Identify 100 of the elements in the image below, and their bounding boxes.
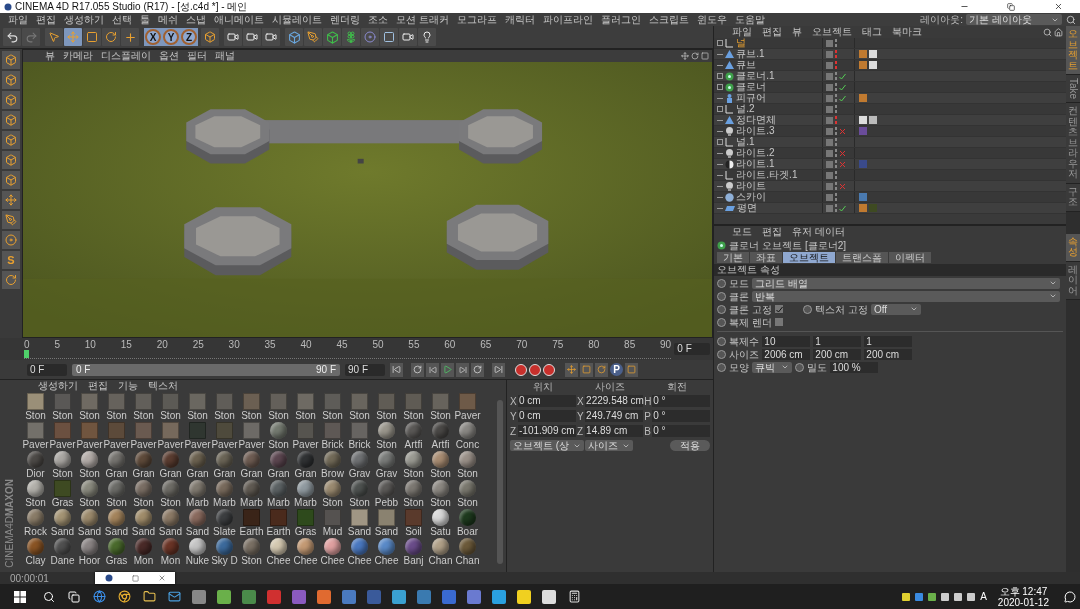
side-tab[interactable]: 오브젝트 bbox=[1066, 26, 1080, 75]
object-name[interactable]: 널.2 bbox=[736, 104, 755, 114]
menu-item[interactable]: 편집 bbox=[32, 13, 60, 26]
object-name[interactable]: 라이트.3 bbox=[736, 126, 775, 136]
dropdown[interactable]: 사이즈 bbox=[585, 440, 634, 451]
number-field[interactable]: 10 bbox=[762, 335, 811, 347]
side-tab[interactable]: 구조 bbox=[1066, 183, 1080, 212]
object-name[interactable]: 정다면체 bbox=[736, 115, 777, 125]
menu-item[interactable]: 생성하기 bbox=[60, 13, 108, 26]
object-name[interactable]: 클로너 bbox=[736, 82, 767, 92]
menu-item[interactable]: 파이프라인 bbox=[538, 13, 597, 26]
axis-button[interactable]: Z bbox=[181, 29, 197, 45]
menu-item[interactable]: 도움말 bbox=[730, 13, 769, 26]
menu-item[interactable]: 뷰 bbox=[788, 26, 807, 38]
axis-button[interactable]: Y bbox=[163, 29, 179, 45]
number-field[interactable]: 1 bbox=[813, 335, 862, 347]
object-name[interactable]: 널.1 bbox=[736, 137, 755, 147]
side-tab[interactable]: 레이어 bbox=[1066, 261, 1080, 301]
size-field[interactable]: 2229.548 cm bbox=[585, 395, 644, 407]
start-frame-field[interactable]: 0 F bbox=[27, 363, 67, 376]
end-frame-field[interactable]: 90 F bbox=[345, 363, 385, 376]
tab[interactable]: 좌표 bbox=[750, 252, 783, 263]
material-name: Mon bbox=[160, 555, 181, 566]
menu-item[interactable]: 파일 bbox=[4, 13, 32, 26]
menu-item[interactable]: 메쉬 bbox=[154, 13, 182, 26]
menu-item[interactable]: 디스플레이 bbox=[97, 50, 155, 62]
object-name[interactable]: 스카이 bbox=[736, 192, 767, 202]
menu-item[interactable]: 윈도우 bbox=[692, 13, 731, 26]
menu-item[interactable]: 필터 bbox=[183, 50, 211, 62]
rotation-field[interactable]: 0 ° bbox=[652, 410, 711, 422]
object-name[interactable]: 라이트.2 bbox=[736, 148, 775, 158]
menu-item[interactable]: 오브젝트 bbox=[808, 26, 857, 38]
menu-item[interactable]: 선택 bbox=[108, 13, 136, 26]
menu-item[interactable]: 유저 데이터 bbox=[788, 226, 850, 238]
menu-item[interactable]: 패널 bbox=[211, 50, 239, 62]
layout-dropdown[interactable]: 기본 레이아웃 bbox=[966, 14, 1062, 25]
menu-item[interactable]: 텍스처 bbox=[144, 380, 182, 392]
menu-item[interactable]: 모드 bbox=[728, 226, 757, 238]
tab[interactable]: 오브젝트 bbox=[783, 252, 836, 263]
menu-item[interactable]: 기능 bbox=[114, 380, 142, 392]
position-field[interactable]: -101.909 cm bbox=[518, 425, 577, 437]
object-name[interactable]: 평면 bbox=[737, 203, 758, 213]
object-name[interactable]: 피규어 bbox=[736, 93, 767, 103]
number-field[interactable]: 200 cm bbox=[813, 348, 862, 360]
tab[interactable]: 트랜스폼 bbox=[836, 252, 889, 263]
side-tab[interactable]: 컨텐츠 브라우저 bbox=[1066, 103, 1080, 184]
menu-item[interactable]: 북마크 bbox=[888, 26, 927, 38]
dropdown[interactable]: 그리드 배열 bbox=[752, 277, 1060, 289]
menu-item[interactable]: 툴 bbox=[136, 13, 154, 26]
clock-date[interactable]: 2020-01-12 bbox=[997, 596, 1049, 608]
number-field[interactable]: 100 % bbox=[830, 361, 879, 373]
object-name[interactable]: 라이트.타겟.1 bbox=[736, 170, 798, 180]
menu-item[interactable]: 뷰 bbox=[41, 50, 59, 62]
position-field[interactable]: 0 cm bbox=[518, 410, 577, 422]
menu-item[interactable]: 모션 트래커 bbox=[392, 13, 453, 26]
tab[interactable]: 이펙터 bbox=[889, 252, 932, 263]
apply-button[interactable]: 적용 bbox=[670, 440, 711, 451]
rotation-field[interactable]: 0 ° bbox=[652, 425, 711, 437]
object-name[interactable]: 큐브.1 bbox=[736, 49, 765, 59]
object-name[interactable]: 널 bbox=[736, 38, 747, 48]
menu-item[interactable]: 스냅 bbox=[182, 13, 210, 26]
object-name[interactable]: 클로너.1 bbox=[736, 71, 775, 81]
frame-field[interactable]: 0 F bbox=[674, 343, 711, 355]
menu-item[interactable]: 조소 bbox=[364, 13, 392, 26]
menu-item[interactable]: 태그 bbox=[858, 26, 887, 38]
menu-item[interactable]: 시뮬레이트 bbox=[268, 13, 326, 26]
dropdown[interactable]: 큐빅 bbox=[752, 361, 793, 373]
menu-item[interactable]: 옵션 bbox=[155, 50, 183, 62]
clock-time[interactable]: 오후 12:47 bbox=[999, 585, 1048, 597]
position-field[interactable]: 0 cm bbox=[518, 395, 577, 407]
object-name[interactable]: 라이트.1 bbox=[736, 159, 775, 169]
parameter-key-button[interactable]: P bbox=[610, 363, 623, 376]
rotation-field[interactable]: 0 ° bbox=[652, 395, 711, 407]
menu-item[interactable]: 편집 bbox=[758, 226, 787, 238]
dropdown[interactable]: 오브젝트 (상 bbox=[510, 440, 585, 451]
menu-item[interactable]: 생성하기 bbox=[34, 380, 82, 392]
dropdown[interactable]: Off bbox=[870, 303, 921, 315]
menu-item[interactable]: 렌더링 bbox=[326, 13, 364, 26]
menu-item[interactable]: 캐릭터 bbox=[500, 13, 539, 26]
side-tab[interactable]: 속성 bbox=[1066, 233, 1080, 262]
size-field[interactable]: 14.89 cm bbox=[585, 425, 644, 437]
number-field[interactable]: 1 bbox=[864, 335, 913, 347]
object-name[interactable]: 라이트 bbox=[736, 181, 767, 191]
menu-item[interactable]: 카메라 bbox=[59, 50, 97, 62]
menu-item[interactable]: 편집 bbox=[758, 26, 787, 38]
menu-item[interactable]: 스크립트 bbox=[644, 13, 693, 26]
number-field[interactable]: 2006 cm bbox=[762, 348, 811, 360]
tab[interactable]: 기본 bbox=[717, 252, 750, 263]
menu-item[interactable]: 파일 bbox=[728, 26, 757, 38]
menu-item[interactable]: 플러그인 bbox=[596, 13, 645, 26]
size-field[interactable]: 249.749 cm bbox=[585, 410, 644, 422]
menu-item[interactable]: 모그라프 bbox=[452, 13, 501, 26]
axis-button[interactable]: X bbox=[145, 29, 161, 45]
number-field[interactable]: 200 cm bbox=[864, 348, 913, 360]
menu-item[interactable]: 애니메이트 bbox=[210, 13, 268, 26]
menu-item[interactable]: 편집 bbox=[84, 380, 112, 392]
side-tab[interactable]: Take bbox=[1066, 75, 1080, 104]
input-language[interactable]: A bbox=[980, 591, 987, 602]
dropdown[interactable]: 반복 bbox=[752, 290, 1060, 302]
object-name[interactable]: 큐브 bbox=[736, 60, 757, 70]
